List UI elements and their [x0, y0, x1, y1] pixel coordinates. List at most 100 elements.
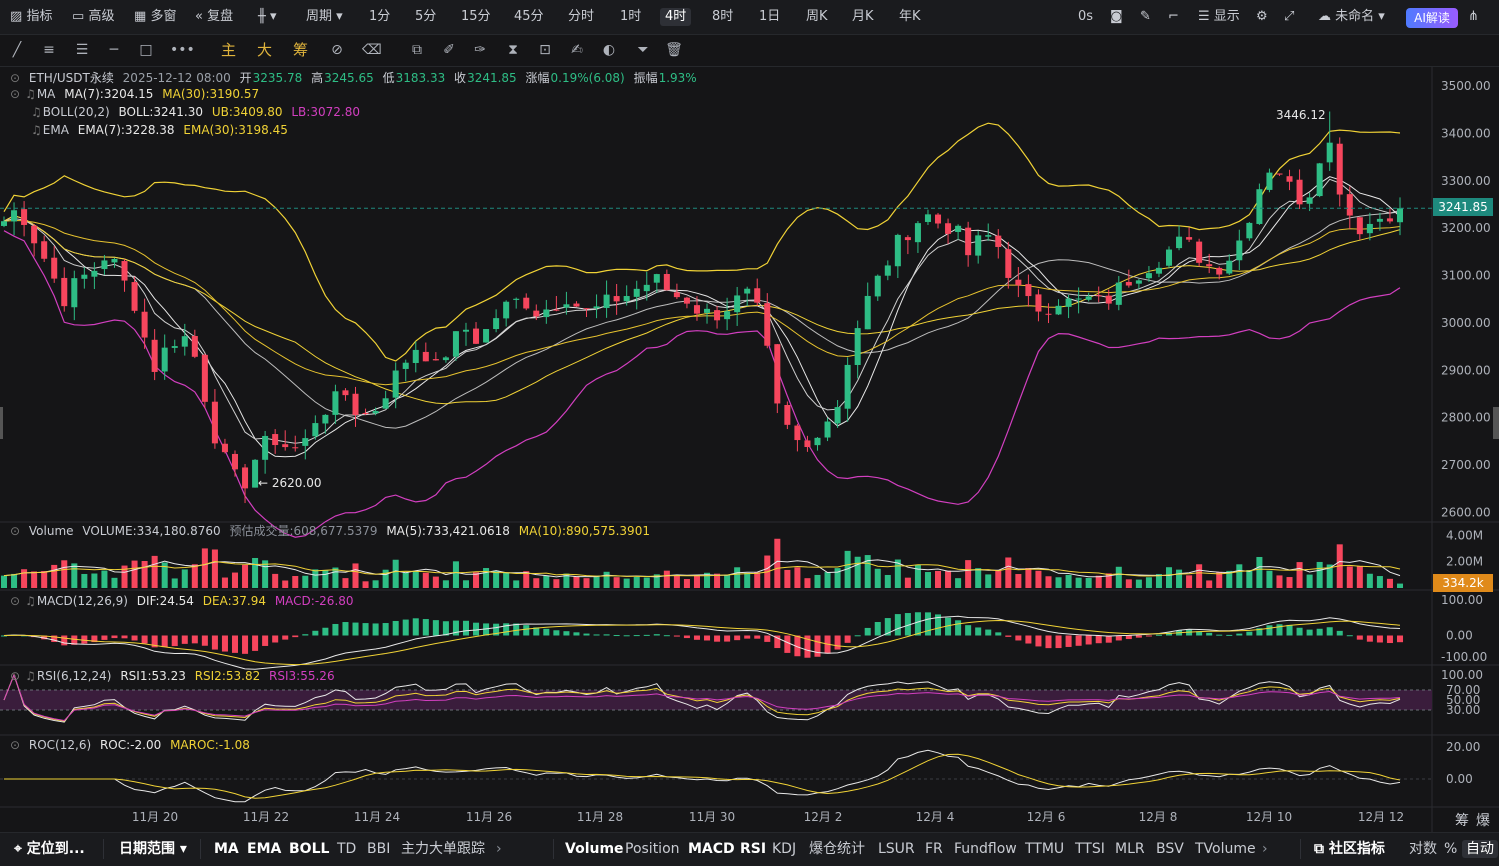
interval-4[interactable]: 分时	[568, 8, 594, 26]
bell-icon[interactable]: ♫	[25, 87, 36, 101]
collapse-icon[interactable]: ⊙	[10, 71, 20, 85]
sub-indicators-more-icon[interactable]: ›	[1262, 840, 1268, 858]
interval-2[interactable]: 15分	[461, 8, 491, 26]
sub-indicator-7[interactable]: FR	[925, 840, 943, 858]
burst-corner-button[interactable]: 爆	[1476, 810, 1490, 830]
log-scale-button[interactable]: 对数	[1409, 840, 1437, 858]
candle-body	[985, 235, 992, 237]
main-indicator-4[interactable]: BBI	[367, 840, 390, 858]
sub-indicator-13[interactable]: TVolume	[1195, 840, 1256, 858]
main-indicator-5[interactable]: 主力大单跟踪	[401, 840, 485, 858]
magnet-icon[interactable]: ⊘	[328, 41, 346, 59]
percent-scale-button[interactable]: %	[1444, 840, 1457, 858]
interval-7[interactable]: 8时	[712, 8, 733, 26]
interval-1[interactable]: 5分	[415, 8, 436, 26]
sub-indicator-1[interactable]: Position	[625, 840, 680, 858]
chips-corner-button[interactable]: 筹	[1455, 810, 1469, 830]
multi-window-button[interactable]: ▦ 多窗	[134, 8, 176, 26]
sub-indicator-12[interactable]: BSV	[1156, 840, 1184, 858]
lock-icon[interactable]: ⊡	[536, 41, 554, 59]
kline-chart[interactable]: 3500.00 3400.00 3300.00 3200.00 3100.00 3000.…	[0, 67, 1499, 832]
crop-icon[interactable]: ⌐	[1168, 8, 1179, 26]
bell-icon[interactable]: ♫	[25, 669, 36, 683]
horizontal-lines-icon[interactable]: ☰	[73, 41, 91, 59]
main-indicator-1[interactable]: EMA	[247, 840, 281, 858]
horizontal-ray-icon[interactable]: ─	[105, 41, 123, 59]
auto-scale-button[interactable]: 自动	[1462, 840, 1498, 858]
main-indicators-more-icon[interactable]: ›	[496, 840, 502, 858]
trend-line-icon[interactable]: ╱	[8, 41, 26, 59]
parallel-lines-icon[interactable]: ≡	[40, 41, 58, 59]
pen-icon[interactable]: ✎	[1140, 8, 1151, 26]
visibility-icon[interactable]: ◐	[600, 41, 618, 59]
brush-icon[interactable]: ✐	[440, 41, 458, 59]
candle-body	[603, 294, 610, 308]
collapse-icon[interactable]: ⊙	[10, 524, 20, 538]
interval-11[interactable]: 年K	[899, 8, 921, 26]
candle-body	[834, 407, 841, 424]
edit-icon[interactable]: ✍	[568, 41, 586, 59]
volume-bar	[784, 569, 791, 588]
sub-indicator-5[interactable]: 爆仓统计	[809, 840, 865, 858]
bell-icon[interactable]: ♫	[25, 594, 36, 608]
sub-indicator-8[interactable]: Fundflow	[954, 840, 1017, 858]
interval-5[interactable]: 1时	[620, 8, 641, 26]
main-indicator-3[interactable]: TD	[337, 840, 356, 858]
period-dropdown[interactable]: 周期 ▾	[306, 8, 343, 26]
more-tools-icon[interactable]: •••	[170, 41, 195, 59]
replay-button[interactable]: « 复盘	[195, 8, 233, 26]
measure-icon[interactable]: ⧗	[504, 41, 522, 59]
macd-histogram-bar	[141, 635, 148, 644]
maroc-line	[4, 753, 1401, 799]
interval-0[interactable]: 1分	[369, 8, 390, 26]
main-force-button[interactable]: 主	[221, 41, 236, 59]
highlighter-icon[interactable]: ✑	[471, 41, 489, 59]
interval-6[interactable]: 4时	[660, 8, 692, 26]
big-order-button[interactable]: 大	[257, 41, 272, 59]
interval-10[interactable]: 月K	[852, 8, 874, 26]
eraser-icon[interactable]: ⌫	[362, 41, 382, 59]
filter-icon[interactable]: ⏷	[634, 41, 652, 59]
layout-dropdown[interactable]: ☁ 未命名 ▾	[1318, 8, 1385, 26]
indicators-button[interactable]: ▨ 指标	[10, 8, 52, 26]
fullscreen-icon[interactable]: ⤢	[1284, 8, 1294, 26]
advanced-button[interactable]: ▭ 高级	[72, 8, 114, 26]
bell-icon[interactable]: ♫	[31, 105, 42, 119]
main-indicator-0[interactable]: MA	[214, 840, 239, 858]
interval-9[interactable]: 周K	[806, 8, 828, 26]
interval-3[interactable]: 45分	[514, 8, 544, 26]
chart-type-dropdown[interactable]: ╫ ▾	[258, 8, 277, 26]
collapse-icon[interactable]: ⊙	[10, 594, 20, 608]
collapse-icon[interactable]: ⊙	[10, 669, 20, 683]
settings-icon[interactable]: ⚙	[1256, 8, 1268, 26]
collapse-icon[interactable]: ⊙	[10, 738, 20, 752]
trash-icon[interactable]: 🗑	[665, 41, 683, 59]
sub-indicator-0[interactable]: Volume	[565, 840, 624, 858]
interval-8[interactable]: 1日	[759, 8, 780, 26]
sub-indicator-11[interactable]: MLR	[1115, 840, 1145, 858]
rsi-axis-label: 30.00	[1446, 703, 1480, 717]
volume-axis-label: 4.00M	[1446, 528, 1483, 542]
rectangle-icon[interactable]: □	[137, 41, 155, 59]
sub-indicator-4[interactable]: KDJ	[772, 840, 796, 858]
display-button[interactable]: ☰ 显示	[1198, 8, 1240, 26]
candle-body	[81, 274, 88, 279]
camera-icon[interactable]: ◙	[1110, 8, 1123, 26]
sub-indicator-6[interactable]: LSUR	[878, 840, 915, 858]
volume-bar	[553, 579, 560, 588]
sub-indicator-9[interactable]: TTMU	[1025, 840, 1064, 858]
macd-histogram-bar	[894, 614, 901, 636]
chips-button[interactable]: 筹	[293, 41, 308, 59]
collapse-icon[interactable]: ⊙	[10, 87, 20, 101]
sub-indicator-3[interactable]: RSI	[740, 840, 766, 858]
ai-analysis-button[interactable]: AI解读	[1406, 8, 1458, 28]
bell-icon[interactable]: ♫	[31, 123, 42, 137]
copy-icon[interactable]: ⧉	[408, 41, 426, 59]
locate-button[interactable]: ⌖ 定位到...	[14, 840, 85, 858]
sub-indicator-10[interactable]: TTSI	[1075, 840, 1105, 858]
date-range-dropdown[interactable]: 日期范围 ▾	[119, 840, 187, 858]
sub-indicator-2[interactable]: MACD	[688, 840, 735, 858]
main-indicator-2[interactable]: BOLL	[289, 840, 329, 858]
share-icon[interactable]: ⋔	[1468, 8, 1479, 26]
community-indicators-button[interactable]: ⧉ 社区指标	[1314, 840, 1385, 858]
